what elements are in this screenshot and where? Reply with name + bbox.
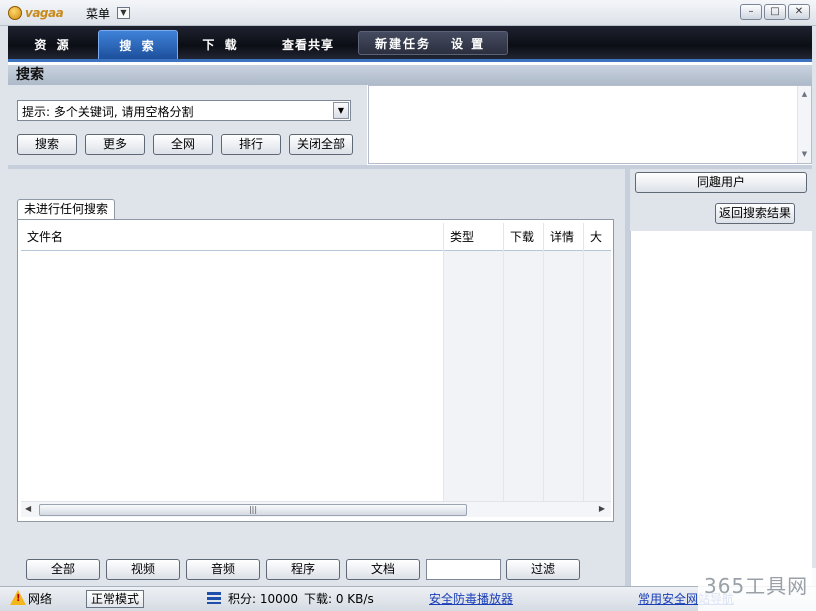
filter-program-button[interactable]: 程序 [266,559,340,580]
vagaa-logo-icon [8,6,22,20]
tab-downloads[interactable]: 下 载 [190,30,252,59]
maximize-button[interactable]: □ [764,4,786,20]
similar-users-button[interactable]: 同趣用户 [635,172,807,193]
tab-search[interactable]: 搜 索 [98,30,178,59]
app-logo-text: vagaa [25,6,64,20]
search-preview-area: ▲ ▼ [368,85,812,164]
close-all-button[interactable]: 关闭全部 [289,134,353,155]
warning-icon [10,590,26,605]
column-shade-details [543,251,583,503]
ranking-button[interactable]: 排行 [221,134,281,155]
results-horizontal-scrollbar[interactable]: ◀ ||| ▶ [21,501,611,517]
results-panel: 未进行任何搜索 文件名 类型 下载 详情 大小 ◀ ||| ▶ 全部 视频 音频… [8,169,625,586]
column-downloads[interactable]: 下载 [503,223,543,251]
scroll-down-icon[interactable]: ▼ [798,148,811,161]
watermark: 365工具网 [698,568,816,611]
points-value: 积分: 10000 [228,592,299,606]
title-bar: vagaa 菜单 ▼ – □ ✕ [0,0,816,26]
frame-right-border [812,26,816,586]
scroll-right-icon[interactable]: ▶ [599,504,605,513]
minimize-button[interactable]: – [740,4,762,20]
search-input[interactable]: 提示: 多个关键词, 请用空格分割 ▼ [17,100,351,121]
results-tab[interactable]: 未进行任何搜索 [17,199,115,220]
download-speed: 下载: 0 KB/s [304,592,374,606]
app-logo: vagaa [8,4,64,22]
filter-video-button[interactable]: 视频 [106,559,180,580]
column-shade-type [443,251,503,503]
search-hint-text[interactable]: 提示: 多个关键词, 请用空格分割 [22,103,194,120]
column-shade-size [583,251,611,503]
nav-actions-group: 新建任务 设 置 [358,31,508,55]
mode-indicator[interactable]: 正常模式 [86,590,145,608]
filter-input[interactable] [426,559,501,580]
antivirus-player-link[interactable]: 安全防毒播放器 [429,591,513,607]
results-table: 文件名 类型 下载 详情 大小 ◀ ||| ▶ [17,219,614,522]
chevron-down-icon[interactable]: ▼ [333,102,349,119]
column-details[interactable]: 详情 [543,223,583,251]
right-panel: 同趣用户 返回搜索结果 [630,169,812,231]
filter-all-button[interactable]: 全部 [26,559,100,580]
new-task-button[interactable]: 新建任务 [375,35,431,52]
points-icon [207,592,221,604]
preview-scrollbar[interactable]: ▲ ▼ [797,86,811,163]
main-menu-label[interactable]: 菜单 [86,5,110,22]
filter-audio-button[interactable]: 音频 [186,559,260,580]
column-size[interactable]: 大小 [583,223,611,251]
page-title: 搜索 [8,65,812,85]
tab-resources[interactable]: 资 源 [22,30,84,59]
settings-button[interactable]: 设 置 [451,35,485,52]
scroll-up-icon[interactable]: ▲ [798,88,811,101]
menu-dropdown-icon[interactable]: ▼ [117,7,130,19]
peer-list-area [630,231,812,586]
scroll-left-icon[interactable]: ◀ [25,504,31,513]
main-nav: 资 源 搜 索 下 载 查看共享 新建任务 设 置 [8,26,812,62]
window-controls: – □ ✕ [738,4,810,21]
tab-view-shares[interactable]: 查看共享 [270,30,346,59]
column-filename[interactable]: 文件名 [21,223,443,251]
frame-left-border [0,26,8,586]
column-shade-downloads [503,251,543,503]
filter-document-button[interactable]: 文档 [346,559,420,580]
back-to-results-button[interactable]: 返回搜索结果 [715,203,795,224]
whole-net-button[interactable]: 全网 [153,134,213,155]
status-bar: 网络 正常模式 积分: 10000 下载: 0 KB/s 安全防毒播放器 常用安… [0,586,816,611]
column-type[interactable]: 类型 [443,223,503,251]
more-button[interactable]: 更多 [85,134,145,155]
scrollbar-thumb[interactable]: ||| [39,504,467,516]
filter-button[interactable]: 过滤 [506,559,580,580]
watermark-text: 365工具网 [704,574,809,598]
search-button[interactable]: 搜索 [17,134,77,155]
network-status: 网络 [28,592,53,606]
search-panel: 提示: 多个关键词, 请用空格分割 ▼ 搜索 更多 全网 排行 关闭全部 [8,85,367,165]
close-button[interactable]: ✕ [788,4,810,20]
table-header: 文件名 类型 下载 详情 大小 [21,223,611,251]
